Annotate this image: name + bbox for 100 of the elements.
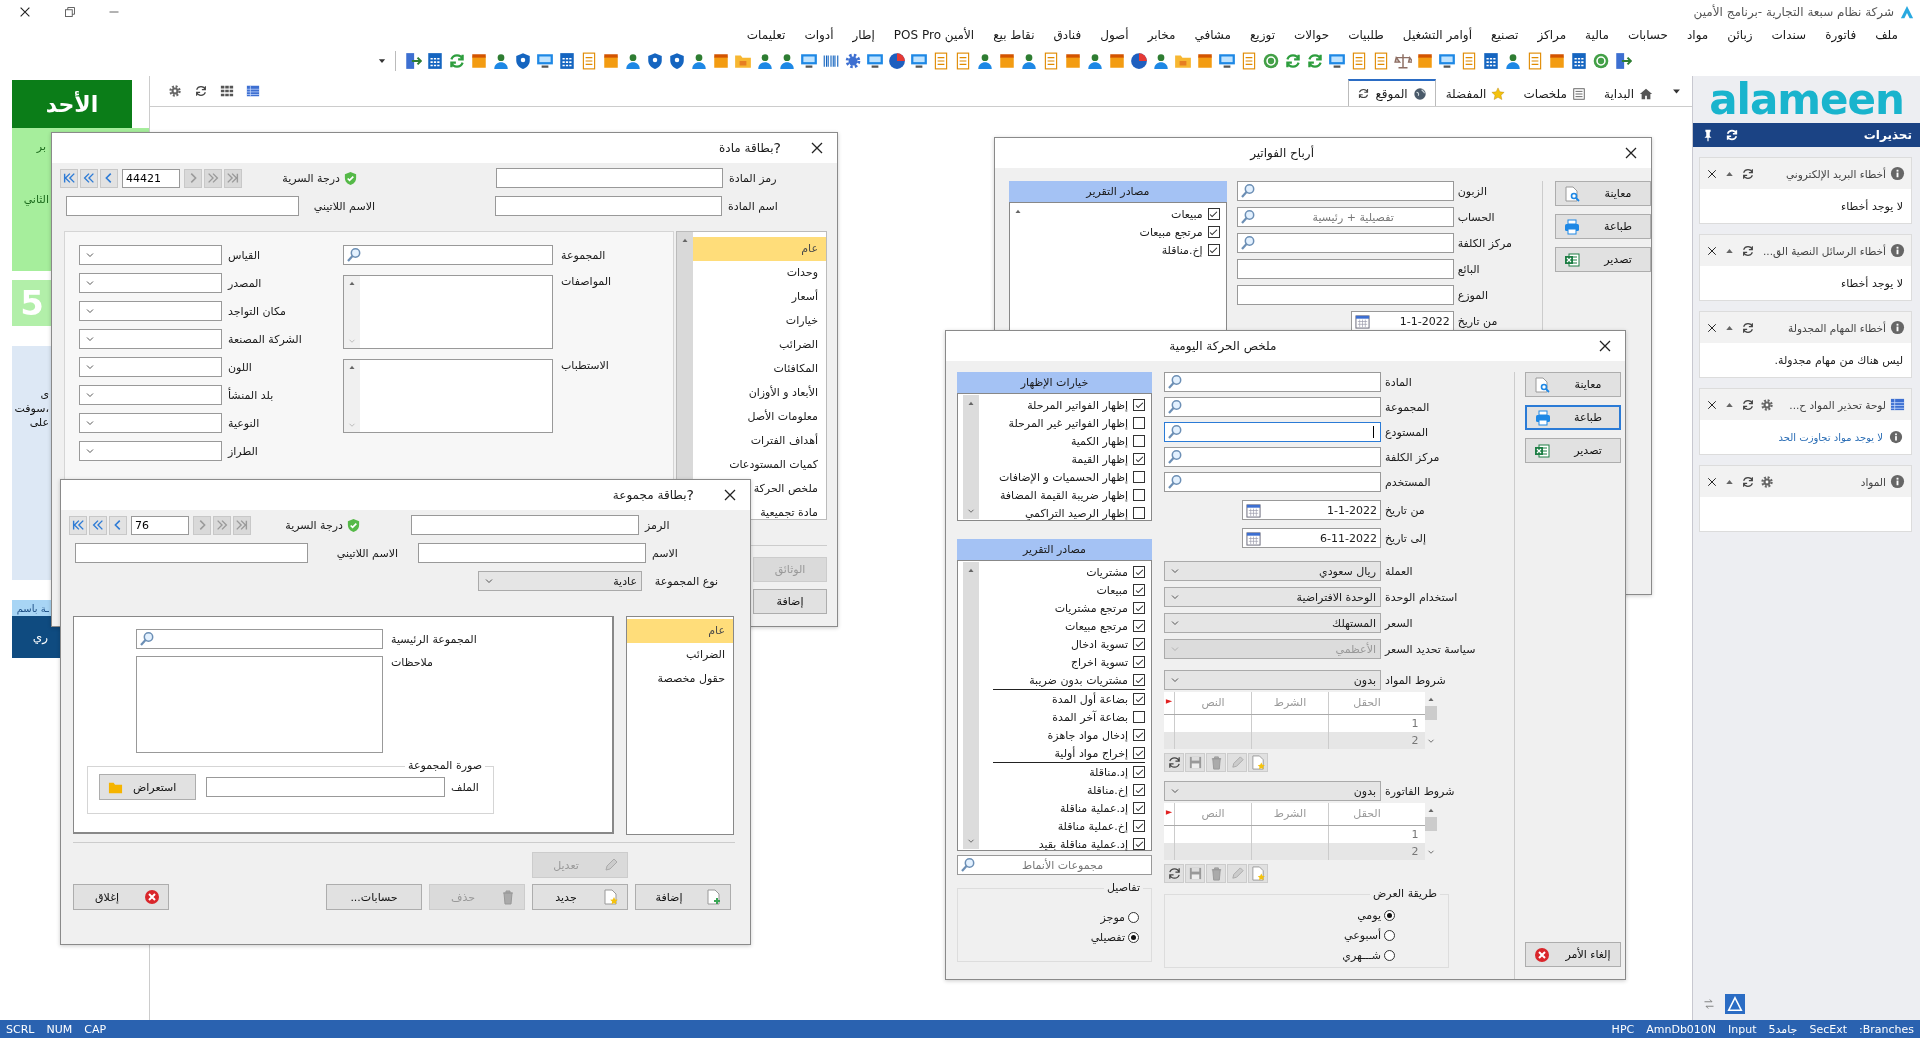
previous-page-button[interactable] [80,168,98,188]
checkbox[interactable] [1133,820,1145,832]
notes-area[interactable] [136,656,383,753]
radio-button[interactable] [1128,911,1139,923]
checkbox[interactable] [1133,693,1145,705]
checkbox[interactable] [1133,417,1145,429]
calculator-icon[interactable] [558,52,576,70]
section-item[interactable]: معلومات الأصل [693,405,826,429]
refresh-icon[interactable] [1741,243,1755,258]
calculator-icon[interactable] [426,52,444,70]
refresh-icon[interactable] [1741,397,1755,412]
radio-button[interactable] [1384,949,1395,961]
dropdown[interactable] [79,245,222,265]
dialog-button[interactable]: إضافة [635,884,731,910]
refresh-icon[interactable] [1725,128,1739,142]
text-field[interactable] [1236,285,1454,305]
menu-item[interactable]: مراكز [1537,28,1567,42]
scale-icon[interactable] [1394,52,1412,70]
close-icon[interactable] [809,140,825,156]
section-item[interactable]: عام [627,619,733,643]
section-item[interactable]: أهداف الفترات [693,429,826,453]
person-icon[interactable] [1504,52,1522,70]
pie-chart-icon[interactable] [888,52,906,70]
checkbox[interactable] [1133,435,1145,447]
dropdown[interactable] [79,385,222,405]
help-button[interactable]: ? [773,140,781,156]
menu-item[interactable]: أوامر التشغيل [1402,28,1472,42]
refresh-icon[interactable] [1741,474,1755,489]
text-field[interactable] [496,168,723,188]
record-field[interactable]: 44421 [122,168,180,188]
search-field[interactable]: مجموعات الأنماط [957,855,1152,875]
section-item[interactable]: كميات المستودعات [693,453,826,477]
grid-row[interactable]: 2 [1164,732,1425,749]
monitor-icon[interactable] [1438,52,1456,70]
checkbox[interactable] [1207,208,1220,220]
section-item[interactable]: وحدات [693,261,826,285]
report-button[interactable]: تصدير [1555,247,1651,272]
checkbox[interactable] [1207,226,1220,238]
menu-item[interactable]: حسابات [1627,28,1668,42]
checkbox[interactable] [1133,471,1145,483]
monitor-icon[interactable] [866,52,884,70]
section-item[interactable]: عام [693,237,826,261]
menu-item[interactable]: تعليمات [746,28,786,42]
dropdown[interactable] [79,441,222,461]
search-field[interactable] [1236,181,1454,201]
previous-button[interactable] [100,168,118,188]
checkbox[interactable] [1133,747,1145,759]
document-icon[interactable] [1042,52,1060,70]
checkbox[interactable] [1133,620,1145,632]
coin-icon[interactable] [1262,52,1280,70]
dropdown[interactable] [79,301,222,321]
box-icon[interactable] [712,52,730,70]
document-icon[interactable] [932,52,950,70]
dropdown[interactable]: الوحدة الافتراضية [1164,587,1381,607]
exit-icon[interactable] [1614,52,1632,70]
search-field[interactable]: تفصيلية + رئيسية [1236,207,1454,227]
radio-button[interactable] [1384,909,1395,921]
record-field[interactable]: 76 [131,515,189,535]
refresh-button[interactable] [1164,753,1184,772]
tab[interactable]: المفضلة [1437,81,1514,106]
save-button[interactable] [1185,753,1205,772]
text-field[interactable] [411,515,639,535]
dropdown[interactable] [79,357,222,377]
menu-item[interactable]: مواد [1686,28,1709,42]
cancel-button[interactable]: إلغاء الأمر [1525,942,1621,967]
pie-chart-icon[interactable] [1130,52,1148,70]
person-icon[interactable] [976,52,994,70]
checkbox[interactable] [1133,584,1145,596]
radio-button[interactable] [1384,929,1395,941]
first-button[interactable] [60,168,78,188]
menu-item[interactable]: الأمين POS Pro [893,28,975,42]
first-button[interactable] [69,515,87,535]
report-button[interactable]: طباعة [1525,405,1621,430]
checkbox[interactable] [1133,507,1145,519]
person-icon[interactable] [492,52,510,70]
grid-row[interactable]: 2 [1164,843,1425,860]
text-field[interactable] [1236,259,1454,279]
date-field[interactable]: 6-11-2022 [1242,528,1381,548]
checkbox[interactable] [1133,602,1145,614]
shield-icon[interactable] [668,52,686,70]
previous-button[interactable] [109,515,127,535]
shield-icon[interactable] [514,52,532,70]
box-icon[interactable] [1108,52,1126,70]
checkbox[interactable] [1133,674,1145,686]
person-icon[interactable] [1086,52,1104,70]
search-field[interactable] [1164,372,1381,392]
close-icon[interactable] [1706,321,1718,334]
search-field[interactable] [1164,472,1381,492]
box-icon[interactable] [1548,52,1566,70]
help-button[interactable]: ? [686,487,694,503]
search-field[interactable] [1236,233,1454,253]
menu-item[interactable]: أصول [1100,28,1129,42]
section-item[interactable]: خيارات [693,309,826,333]
refresh-icon[interactable] [194,84,208,98]
coin-icon[interactable] [1592,52,1610,70]
refresh-icon[interactable] [1741,320,1755,335]
menu-item[interactable]: حوالات [1294,28,1330,42]
search-field[interactable] [1164,397,1381,417]
settings-icon[interactable] [168,84,182,98]
close-icon[interactable] [722,487,738,503]
